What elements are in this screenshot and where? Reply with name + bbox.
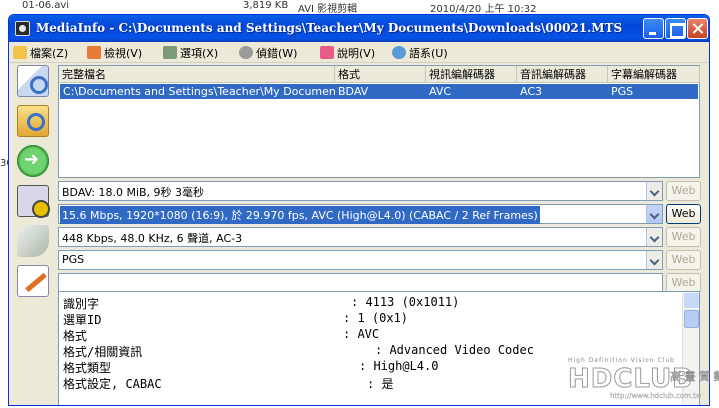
- export-icon[interactable]: [17, 185, 50, 218]
- other-web-button[interactable]: Web: [666, 273, 701, 293]
- mediainfo-window: MediaInfo - C:\Documents and Settings\Te…: [8, 14, 710, 406]
- cell-full-name: C:\Documents and Settings\Teacher\My Doc…: [63, 85, 335, 98]
- audio-stream-value: 448 Kbps, 48.0 KHz, 6 聲道, AC-3: [62, 232, 243, 245]
- audio-web-button[interactable]: Web: [666, 227, 701, 247]
- other-stream-select[interactable]: [58, 273, 663, 293]
- bg-file-type: AVI 影視剪輯: [298, 4, 358, 15]
- menu-options[interactable]: 選項(X): [163, 45, 218, 61]
- subtitle-stream-value: PGS: [62, 253, 85, 266]
- title-bar[interactable]: MediaInfo - C:\Documents and Settings\Te…: [9, 15, 709, 42]
- subtitle-stream-select[interactable]: PGS: [58, 250, 663, 270]
- minimize-button[interactable]: [643, 18, 664, 39]
- audio-stream-select[interactable]: 448 Kbps, 48.0 KHz, 6 聲道, AC-3: [58, 227, 663, 247]
- debug-icon: [239, 46, 253, 59]
- video-stream-select[interactable]: 15.6 Mbps, 1920*1080 (16:9), 於 29.970 fp…: [58, 204, 663, 224]
- details-scrollbar[interactable]: [682, 292, 699, 405]
- file-list: 完整檔名 格式 視訊編解碼器 音訊編解碼器 字幕編解碼器 C:\Document…: [58, 65, 700, 178]
- chevron-down-icon[interactable]: [646, 182, 662, 200]
- subtitle-web-button[interactable]: Web: [666, 250, 701, 270]
- help-icon: [320, 46, 334, 59]
- bg-file-date: 2010/4/20 上午 10:32: [430, 4, 537, 15]
- folder-icon: [13, 46, 27, 59]
- file-list-header: 完整檔名 格式 視訊編解碼器 音訊編解碼器 字幕編解碼器: [59, 66, 700, 83]
- chevron-down-icon[interactable]: [646, 228, 662, 246]
- column-audio-codec[interactable]: 音訊編解碼器: [517, 66, 608, 83]
- globe-icon: [392, 46, 406, 59]
- next-icon[interactable]: [17, 145, 49, 177]
- menu-view[interactable]: 檢視(V): [87, 45, 142, 61]
- details-panel[interactable]: 識別字 : 4113 (0x1011) 選單ID : 1 (0x1) 格式 : …: [58, 291, 700, 405]
- chevron-down-icon[interactable]: [646, 251, 662, 269]
- general-stream-select[interactable]: BDAV: 18.0 MiB, 9秒 3毫秒: [58, 181, 663, 201]
- options-icon: [163, 46, 177, 59]
- chevron-down-icon[interactable]: [646, 205, 662, 223]
- bg-file-name: 01-06.avi: [22, 0, 70, 11]
- scroll-thumb[interactable]: [684, 310, 699, 328]
- open-folder-icon[interactable]: [17, 105, 49, 137]
- cell-subtitle-codec: PGS: [611, 85, 634, 98]
- sheet-icon[interactable]: [17, 225, 49, 257]
- app-icon: [15, 21, 30, 36]
- column-format[interactable]: 格式: [335, 66, 426, 83]
- window-title: MediaInfo - C:\Documents and Settings\Te…: [36, 21, 623, 35]
- file-list-row[interactable]: C:\Documents and Settings\Teacher\My Doc…: [60, 84, 698, 99]
- bg-file-size: 3,819 KB: [243, 0, 289, 11]
- menu-file[interactable]: 檔案(Z): [13, 45, 68, 61]
- edit-icon[interactable]: [17, 265, 49, 297]
- video-web-button[interactable]: Web: [666, 204, 701, 224]
- general-stream-value: BDAV: 18.0 MiB, 9秒 3毫秒: [62, 186, 205, 199]
- cell-format: BDAV: [338, 85, 369, 98]
- menu-debug[interactable]: 偵錯(W): [239, 45, 297, 61]
- maximize-button[interactable]: [665, 18, 686, 39]
- scroll-up-icon[interactable]: [684, 293, 699, 308]
- general-web-button[interactable]: Web: [666, 181, 701, 201]
- open-file-icon[interactable]: [17, 65, 49, 97]
- column-video-codec[interactable]: 視訊編解碼器: [426, 66, 517, 83]
- menu-help[interactable]: 說明(V): [320, 45, 375, 61]
- close-button[interactable]: [687, 18, 708, 39]
- column-full-name[interactable]: 完整檔名: [59, 66, 335, 83]
- video-stream-value: 15.6 Mbps, 1920*1080 (16:9), 於 29.970 fp…: [60, 206, 540, 224]
- cell-audio-codec: AC3: [520, 85, 543, 98]
- menu-bar: 檔案(Z) 檢視(V) 選項(X) 偵錯(W) 說明(V) 語系(U): [9, 42, 709, 63]
- column-subtitle-codec[interactable]: 字幕編解碼器: [608, 66, 700, 83]
- background-file-row: 01-06.avi 3,819 KB AVI 影視剪輯 2010/4/20 上午…: [0, 0, 719, 15]
- view-icon: [87, 46, 101, 59]
- menu-language[interactable]: 語系(U): [392, 45, 448, 61]
- side-toolbar: [11, 65, 55, 405]
- cell-video-codec: AVC: [429, 85, 452, 98]
